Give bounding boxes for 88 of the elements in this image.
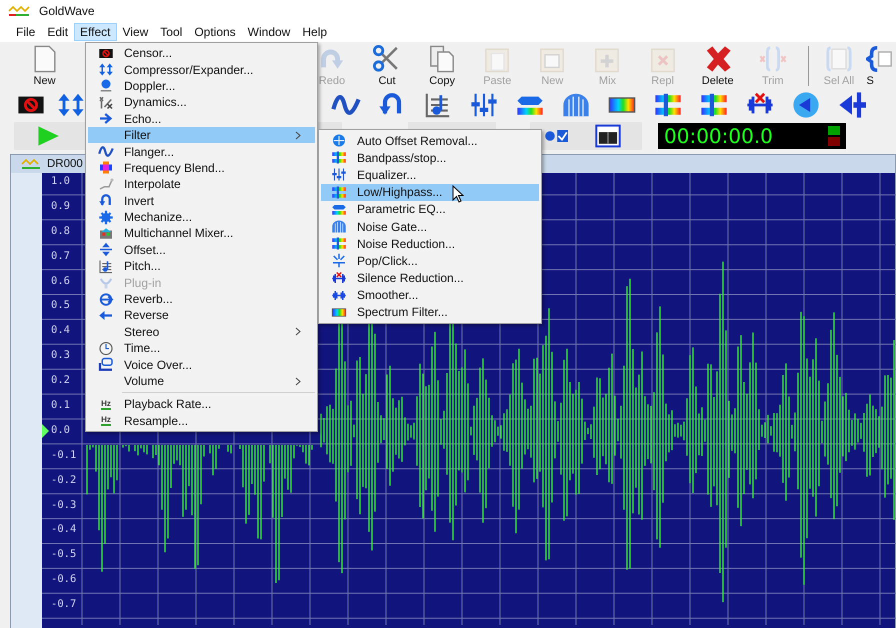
- note-icon: [97, 258, 115, 274]
- menu-item[interactable]: Bandpass/stop...: [321, 149, 539, 166]
- level-lights-icon: [828, 126, 840, 146]
- clock-icon: [97, 340, 115, 356]
- toolbar-button[interactable]: S: [866, 43, 896, 89]
- menu-item[interactable]: Window: [242, 23, 296, 41]
- pages-icon: [428, 45, 456, 73]
- menu-item[interactable]: Equalizer...: [321, 166, 539, 184]
- brackets-icon: [758, 45, 787, 73]
- axis-label: 0.2: [51, 373, 70, 388]
- graph-icon: [97, 94, 115, 110]
- wave-icon: [97, 144, 115, 160]
- menu-item[interactable]: View: [116, 23, 154, 41]
- bracketed-page-icon: [824, 45, 853, 73]
- axis-label: -0.2: [51, 472, 76, 488]
- mouse-pointer-icon: [452, 185, 464, 203]
- color-cross-icon: [97, 160, 115, 176]
- axis-label: -0.7: [51, 597, 76, 612]
- toolbar-button[interactable]: Copy: [414, 43, 470, 89]
- menu-item[interactable]: Help: [296, 23, 334, 41]
- menu-item[interactable]: Filter: [88, 126, 315, 144]
- axis-label: 0.4: [51, 323, 70, 338]
- menu-item[interactable]: Silence Reduction...: [321, 270, 539, 287]
- menu-item[interactable]: Hz Playback Rate...: [88, 396, 315, 413]
- axis-label: -0.5: [51, 547, 76, 562]
- arrows-icon[interactable]: [56, 91, 86, 119]
- menu-item[interactable]: Echo...: [88, 110, 315, 127]
- axis-label: -0.1: [51, 448, 76, 463]
- axis-label: -0.6: [51, 572, 76, 588]
- menu-item[interactable]: Invert: [88, 192, 315, 209]
- menu-item[interactable]: Edit: [41, 23, 74, 41]
- chevron-icon: [295, 327, 302, 336]
- axis-label: -0.4: [51, 522, 76, 538]
- menu-item[interactable]: Reverb...: [88, 290, 315, 308]
- menu-item[interactable]: Dynamics...: [88, 94, 315, 111]
- new-button[interactable]: New: [17, 43, 72, 89]
- menu-item[interactable]: Voice Over...: [88, 356, 315, 373]
- line-icon: [97, 176, 115, 192]
- gear-icon: [97, 210, 115, 225]
- menu-item[interactable]: Multichannel Mixer...: [88, 225, 315, 242]
- menu-item[interactable]: Offset...: [88, 242, 315, 258]
- axis-label: 0.0: [51, 422, 70, 438]
- menu-item[interactable]: Options: [188, 23, 242, 41]
- menu-item[interactable]: Reverse: [88, 307, 315, 324]
- menu-item[interactable]: Low/Highpass...: [321, 184, 539, 201]
- menu-item[interactable]: Smoother...: [321, 286, 539, 304]
- wave-logo-icon: [8, 5, 30, 17]
- menu-item[interactable]: Time...: [88, 340, 315, 356]
- axis-label: 0.5: [51, 298, 70, 314]
- menu-item[interactable]: Volume: [88, 372, 315, 390]
- menu-item[interactable]: Flanger...: [88, 143, 315, 160]
- menu-item[interactable]: Frequency Blend...: [88, 160, 315, 176]
- axis-label: 0.9: [51, 198, 70, 214]
- chevron-icon: [295, 130, 302, 140]
- menu-item[interactable]: Pop/Click...: [321, 252, 539, 270]
- toolbar-button[interactable]: Cut: [359, 43, 415, 89]
- document-title: DR000: [47, 158, 83, 170]
- menu-item[interactable]: Tool: [154, 23, 188, 41]
- axis-label: -0.3: [51, 498, 76, 513]
- wave-logo-icon: [21, 158, 41, 170]
- menu-item[interactable]: Pitch...: [88, 258, 315, 274]
- up-down-arrows-icon: [97, 242, 115, 258]
- arrow-icon: [97, 111, 115, 126]
- axis-label: 0.7: [51, 248, 70, 264]
- speech-icon: [97, 357, 115, 372]
- menu-item[interactable]: Noise Reduction...: [321, 235, 539, 252]
- arrows-icon: [97, 62, 115, 78]
- menu-item[interactable]: Noise Gate...: [321, 218, 539, 236]
- brace-icon: [866, 45, 894, 73]
- axis-label: 0.3: [51, 348, 70, 364]
- menu-item[interactable]: Stereo: [88, 324, 315, 340]
- menu-item[interactable]: Auto Offset Removal...: [321, 132, 539, 150]
- axis-label: 1.0: [51, 174, 70, 189]
- menu-item[interactable]: Effect: [74, 23, 116, 41]
- menu-item[interactable]: Mechanize...: [88, 208, 315, 226]
- menu-item[interactable]: Spectrum Filter...: [321, 304, 539, 322]
- axis-label: 0.1: [51, 398, 70, 414]
- menu-item[interactable]: Hz Resample...: [88, 412, 315, 429]
- time-readout: 00:00:00.0: [664, 124, 773, 148]
- toolbar-button[interactable]: Delete: [690, 43, 746, 89]
- axis-label: 0.6: [51, 274, 70, 289]
- menu-item[interactable]: Parametric EQ...: [321, 200, 539, 218]
- mixer-icon: [97, 226, 115, 241]
- window-title: GoldWave: [39, 4, 95, 18]
- menu-item[interactable]: Interpolate: [88, 176, 315, 193]
- chevron-icon: [295, 376, 302, 386]
- menu-item[interactable]: File: [10, 23, 42, 41]
- axis-label: 0.8: [51, 224, 70, 239]
